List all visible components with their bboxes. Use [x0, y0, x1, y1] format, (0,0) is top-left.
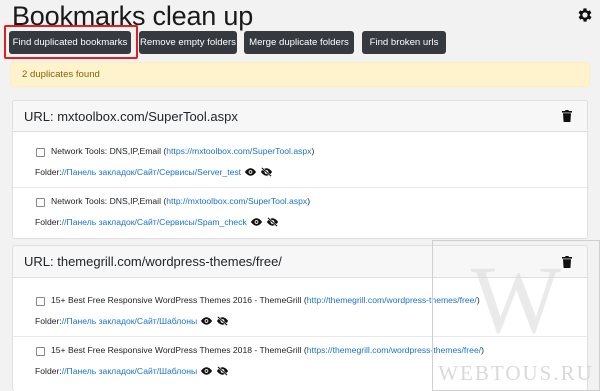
bookmark-title-line: 15+ Best Free Responsive WordPress Theme… [51, 295, 480, 305]
trash-icon[interactable] [562, 256, 572, 268]
eye-icon[interactable] [200, 366, 213, 376]
bookmark-title: Network Tools: DNS,IP,Email ( [51, 196, 167, 206]
bookmark-folder-line: Folder: //Панель закладок/Сайт/Шаблоны [35, 366, 229, 376]
bookmark-url-link[interactable]: http://mxtoolbox.com/SuperTool.aspx [166, 196, 307, 206]
bookmark-title-line: 15+ Best Free Responsive WordPress Theme… [51, 345, 484, 355]
eye-icon[interactable] [200, 316, 213, 326]
card-header: URL: mxtoolbox.com/SuperTool.aspx [13, 101, 587, 132]
find-broken-urls-button[interactable]: Find broken urls [362, 31, 446, 54]
select-checkbox[interactable] [36, 347, 45, 356]
bookmark-title-line: Network Tools: DNS,IP,Email (http://mxto… [51, 196, 311, 206]
bookmark-folder-line: Folder: //Панель закладок/Сайт/Сервисы/S… [35, 217, 279, 227]
eye-icon[interactable] [250, 217, 263, 227]
bookmark-title: Network Tools: DNS,IP,Email ( [51, 146, 167, 156]
folder-label: Folder: [35, 366, 62, 376]
folder-label: Folder: [35, 217, 62, 227]
eye-slash-icon[interactable] [216, 316, 229, 326]
select-checkbox[interactable] [36, 148, 45, 157]
bookmark-url-link[interactable]: https://themegrill.com/wordpress-themes/… [307, 345, 481, 355]
bookmark-url-link[interactable]: http://themegrill.com/wordpress-themes/f… [307, 295, 477, 305]
folder-label: Folder: [35, 316, 62, 326]
group-url-label: URL: mxtoolbox.com/SuperTool.aspx [24, 109, 238, 124]
eye-slash-icon[interactable] [260, 167, 273, 177]
folder-path-link[interactable]: //Панель закладок/Сайт/Шаблоны [62, 316, 197, 326]
list-item: 15+ Best Free Responsive WordPress Theme… [13, 337, 587, 387]
card-header: URL: themegrill.com/wordpress-themes/fre… [13, 246, 587, 278]
group-url-label: URL: themegrill.com/wordpress-themes/fre… [24, 254, 282, 269]
gear-icon[interactable] [576, 6, 594, 24]
duplicate-group-card: URL: themegrill.com/wordpress-themes/fre… [12, 245, 588, 391]
merge-duplicate-folders-button[interactable]: Merge duplicate folders [244, 31, 354, 54]
bookmark-title: 15+ Best Free Responsive WordPress Theme… [51, 295, 307, 305]
folder-path-link[interactable]: //Панель закладок/Сайт/Шаблоны [62, 366, 197, 376]
folder-path-link[interactable]: //Панель закладок/Сайт/Сервисы/Server_te… [62, 167, 241, 177]
bookmark-folder-line: Folder: //Панель закладок/Сайт/Шаблоны [35, 316, 229, 326]
eye-slash-icon[interactable] [216, 366, 229, 376]
folder-label: Folder: [35, 167, 62, 177]
list-item: Network Tools: DNS,IP,Email (http://mxto… [13, 188, 587, 238]
find-duplicates-button[interactable]: Find duplicated bookmarks [9, 31, 131, 54]
eye-icon[interactable] [244, 167, 257, 177]
list-item: 15+ Best Free Responsive WordPress Theme… [13, 287, 587, 337]
bookmark-title-line: Network Tools: DNS,IP,Email (https://mxt… [51, 146, 315, 156]
list-item: Network Tools: DNS,IP,Email (https://mxt… [13, 138, 587, 188]
folder-path-link[interactable]: //Панель закладок/Сайт/Сервисы/Spam_chec… [62, 217, 247, 227]
select-checkbox[interactable] [36, 297, 45, 306]
duplicate-group-card: URL: mxtoolbox.com/SuperTool.aspx Networ… [12, 100, 588, 239]
bookmark-title: 15+ Best Free Responsive WordPress Theme… [51, 345, 307, 355]
remove-empty-folders-button[interactable]: Remove empty folders [139, 31, 237, 54]
duplicates-alert: 2 duplicates found [10, 62, 590, 87]
trash-icon[interactable] [562, 110, 572, 122]
bookmark-folder-line: Folder: //Панель закладок/Сайт/Сервисы/S… [35, 167, 273, 177]
bookmark-url-link[interactable]: https://mxtoolbox.com/SuperTool.aspx [166, 146, 311, 156]
select-checkbox[interactable] [36, 198, 45, 207]
eye-slash-icon[interactable] [266, 217, 279, 227]
